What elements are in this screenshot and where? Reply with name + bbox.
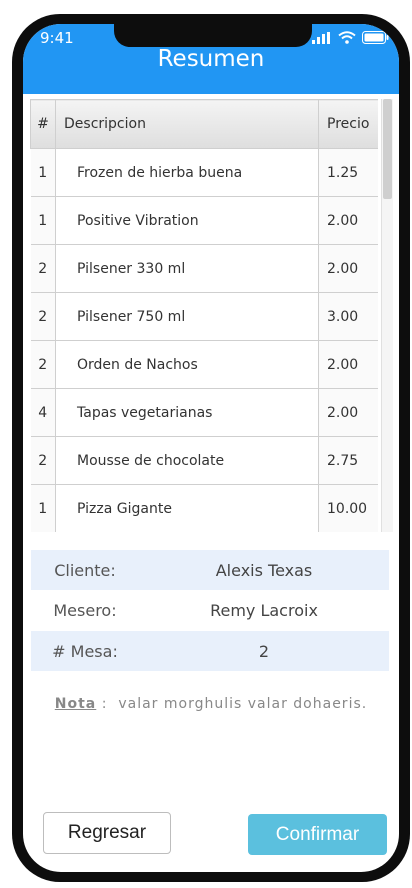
column-header-price: Precio bbox=[318, 99, 378, 149]
cliente-row: Cliente: Alexis Texas bbox=[31, 550, 389, 590]
row-description: Tapas vegetarianas bbox=[55, 388, 319, 437]
mesero-row: Mesero: Remy Lacroix bbox=[31, 590, 389, 630]
confirm-button[interactable]: Confirmar bbox=[248, 814, 387, 855]
battery-icon bbox=[362, 31, 389, 44]
row-price: 2.00 bbox=[318, 244, 378, 293]
nota-text: valar morghulis valar dohaeris. bbox=[118, 696, 368, 712]
row-price: 10.00 bbox=[318, 484, 378, 532]
row-description: Pizza Gigante bbox=[55, 484, 319, 532]
nota-line: Nota : valar morghulis valar dohaeris. bbox=[23, 696, 399, 712]
mesero-label: Mesero: bbox=[53, 600, 117, 620]
row-qty: 2 bbox=[30, 292, 56, 341]
table-row: 1 Positive Vibration 2.00 bbox=[30, 196, 378, 245]
table-row: 2 Pilsener 750 ml 3.00 bbox=[30, 292, 378, 341]
screen: 9:41 Resumen # Descripcion Precio 1 Froz… bbox=[23, 24, 399, 872]
table-header-row: # Descripcion Precio bbox=[30, 99, 378, 149]
table-row: 1 Pizza Gigante 10.00 bbox=[30, 484, 378, 532]
row-price: 2.00 bbox=[318, 196, 378, 245]
order-table-container[interactable]: # Descripcion Precio 1 Frozen de hierba … bbox=[30, 99, 378, 532]
back-button[interactable]: Regresar bbox=[43, 812, 171, 854]
mesa-value: 2 bbox=[258, 641, 270, 661]
row-qty: 1 bbox=[30, 196, 56, 245]
wifi-icon bbox=[338, 31, 356, 44]
row-description: Pilsener 750 ml bbox=[55, 292, 319, 341]
row-price: 2.00 bbox=[318, 388, 378, 437]
nota-separator: : bbox=[101, 696, 108, 712]
row-qty: 2 bbox=[30, 244, 56, 293]
row-price: 3.00 bbox=[318, 292, 378, 341]
table-row: 2 Orden de Nachos 2.00 bbox=[30, 340, 378, 389]
column-header-description: Descripcion bbox=[55, 99, 319, 149]
phone-frame: 9:41 Resumen # Descripcion Precio 1 Froz… bbox=[12, 14, 410, 882]
row-description: Positive Vibration bbox=[55, 196, 319, 245]
status-icons bbox=[312, 31, 389, 44]
table-row: 4 Tapas vegetarianas 2.00 bbox=[30, 388, 378, 437]
cliente-label: Cliente: bbox=[54, 560, 116, 580]
table-row: 2 Pilsener 330 ml 2.00 bbox=[30, 244, 378, 293]
row-qty: 1 bbox=[30, 148, 56, 197]
mesa-row: # Mesa: 2 bbox=[31, 631, 389, 671]
table-row: 2 Mousse de chocolate 2.75 bbox=[30, 436, 378, 485]
nota-label: Nota bbox=[54, 696, 97, 712]
row-price: 1.25 bbox=[318, 148, 378, 197]
page-title: Resumen bbox=[157, 46, 265, 72]
column-header-qty: # bbox=[30, 99, 56, 149]
notch bbox=[114, 24, 312, 47]
cliente-value: Alexis Texas bbox=[215, 560, 313, 580]
row-qty: 2 bbox=[30, 436, 56, 485]
scrollbar-thumb[interactable] bbox=[383, 99, 392, 199]
row-qty: 1 bbox=[30, 484, 56, 532]
table-scrollbar[interactable] bbox=[381, 99, 393, 532]
table-row: 1 Frozen de hierba buena 1.25 bbox=[30, 148, 378, 197]
row-description: Orden de Nachos bbox=[55, 340, 319, 389]
mesero-value: Remy Lacroix bbox=[210, 600, 318, 620]
signal-icon bbox=[312, 31, 330, 44]
row-price: 2.00 bbox=[318, 340, 378, 389]
app-bar: 9:41 Resumen bbox=[23, 24, 399, 94]
row-description: Pilsener 330 ml bbox=[55, 244, 319, 293]
row-price: 2.75 bbox=[318, 436, 378, 485]
row-qty: 2 bbox=[30, 340, 56, 389]
mesa-label: # Mesa: bbox=[52, 641, 118, 661]
status-time: 9:41 bbox=[40, 29, 74, 47]
row-description: Frozen de hierba buena bbox=[55, 148, 319, 197]
row-qty: 4 bbox=[30, 388, 56, 437]
order-table: # Descripcion Precio 1 Frozen de hierba … bbox=[30, 99, 378, 532]
row-description: Mousse de chocolate bbox=[55, 436, 319, 485]
